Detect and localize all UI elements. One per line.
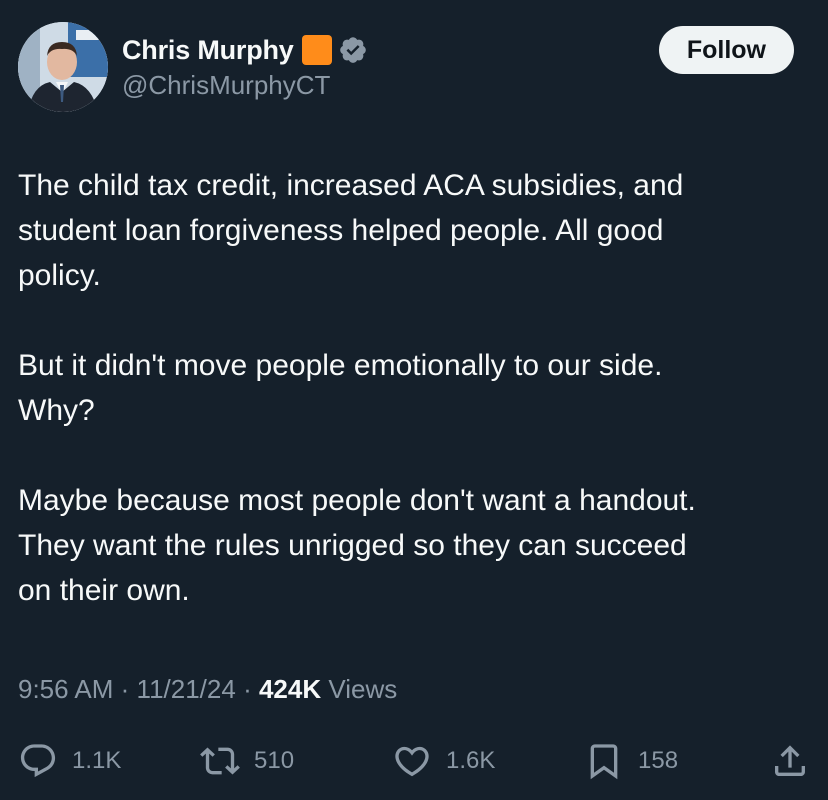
repost-button[interactable]: 510 xyxy=(200,735,294,787)
reply-icon xyxy=(20,744,56,778)
author-handle[interactable]: @ChrisMurphyCT xyxy=(122,70,368,101)
orange-square-icon xyxy=(301,35,332,65)
follow-button[interactable]: Follow xyxy=(658,26,794,74)
tweet-time[interactable]: 9:56 AM xyxy=(18,674,113,704)
author-display-name[interactable]: Chris Murphy xyxy=(122,35,294,66)
like-count: 1.6K xyxy=(446,747,496,774)
share-button[interactable] xyxy=(770,735,810,787)
meta-separator: · xyxy=(243,674,252,704)
action-bar: 1.1K 510 1.6K 158 xyxy=(18,735,810,787)
tweet-paragraph: The child tax credit, increased ACA subs… xyxy=(18,169,684,292)
verified-badge-icon[interactable] xyxy=(338,35,368,65)
repost-count: 510 xyxy=(254,747,295,774)
bookmark-button[interactable]: 158 xyxy=(584,735,678,787)
reply-button[interactable]: 1.1K xyxy=(18,735,121,787)
heart-icon xyxy=(395,746,429,777)
views-label: Views xyxy=(328,674,398,704)
tweet-meta: 9:56 AM · 11/21/24 · 424K Views xyxy=(18,674,397,705)
tweet-paragraph: Maybe because most people don't want a h… xyxy=(18,484,696,607)
share-icon xyxy=(775,745,805,776)
name-row: Chris Murphy xyxy=(122,32,368,68)
like-button[interactable]: 1.6K xyxy=(392,735,495,787)
reply-count: 1.1K xyxy=(72,747,122,774)
avatar[interactable] xyxy=(18,22,108,112)
tweet-date[interactable]: 11/21/24 xyxy=(137,674,236,704)
author-identity: Chris Murphy @ChrisMurphyCT xyxy=(122,32,368,101)
repost-icon xyxy=(200,747,240,775)
avatar-photo xyxy=(18,22,108,112)
bookmark-icon xyxy=(590,744,618,780)
meta-separator: · xyxy=(120,674,130,704)
bookmark-count: 158 xyxy=(638,747,679,774)
views-count: 424K xyxy=(258,674,322,704)
tweet-paragraph: But it didn't move people emotionally to… xyxy=(18,349,663,427)
tweet-header: Chris Murphy @ChrisMurphyCT Follow xyxy=(18,22,810,114)
tweet-text: The child tax credit, increased ACA subs… xyxy=(18,163,810,613)
